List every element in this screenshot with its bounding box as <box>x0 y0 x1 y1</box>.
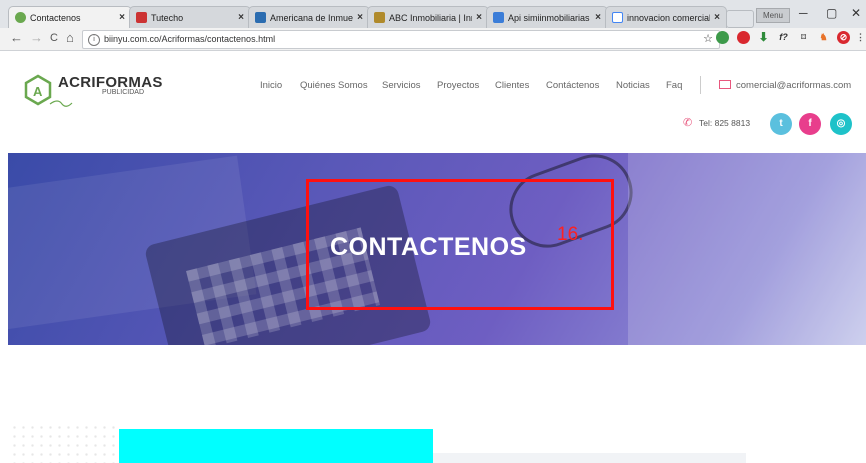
tab-title: innovacion comercial - <box>627 12 711 23</box>
browser-tab-abc[interactable]: ABC Inmobiliaria | Inmu × <box>367 6 489 28</box>
close-window-icon[interactable]: ✕ <box>851 6 861 20</box>
twitter-icon[interactable]: t <box>770 113 792 135</box>
google-icon <box>612 12 623 23</box>
site-favicon-icon <box>15 12 26 23</box>
close-tab-icon[interactable]: × <box>238 12 244 23</box>
url-text: biinyu.com.co/Acriformas/contactenos.htm… <box>104 34 276 44</box>
nav-link-contactenos[interactable]: Contáctenos <box>546 80 599 91</box>
cyan-block <box>119 429 433 463</box>
minimize-icon[interactable]: ─ <box>799 6 808 20</box>
content-panel <box>433 453 746 463</box>
nav-link-servicios[interactable]: Servicios <box>382 80 421 91</box>
function-icon[interactable]: f? <box>777 31 790 44</box>
extension-red-icon[interactable]: ⊘ <box>837 31 850 44</box>
hero-bg-light <box>628 153 866 345</box>
tab-title: Americana de Inmueble <box>270 12 354 23</box>
nav-link-inicio[interactable]: Inicio <box>260 80 282 91</box>
home-icon[interactable]: ⌂ <box>66 30 74 45</box>
menu-dots-icon[interactable]: ⋮ <box>856 31 865 44</box>
nav-link-quienes-somos[interactable]: Quiénes Somos <box>300 80 368 91</box>
site-logo[interactable]: A ACRIFORMAS PUBLICIDAD <box>24 72 162 117</box>
instagram-icon[interactable]: ◎ <box>830 113 852 135</box>
info-icon[interactable]: i <box>88 33 100 46</box>
phone-icon: ✆ <box>683 117 693 129</box>
dot-pattern <box>10 423 120 463</box>
browser-tab-tutecho[interactable]: Tutecho × <box>129 6 251 28</box>
bookmark-star-icon[interactable]: ☆ <box>703 31 713 48</box>
facebook-icon[interactable]: f <box>799 113 821 135</box>
site-favicon-icon <box>374 12 385 23</box>
reload-icon[interactable]: C <box>50 32 58 44</box>
browser-tab-americana[interactable]: Americana de Inmueble × <box>248 6 370 28</box>
header-email[interactable]: comercial@acriformas.com <box>736 80 851 91</box>
extension-orange-icon[interactable]: ♞ <box>817 31 830 44</box>
browser-tab-api[interactable]: Api simiinmobiliarias × <box>486 6 608 28</box>
back-icon[interactable]: ← <box>10 30 23 45</box>
nav-link-noticias[interactable]: Noticias <box>616 80 650 91</box>
envelope-icon <box>719 80 731 89</box>
close-tab-icon[interactable]: × <box>595 12 601 23</box>
close-tab-icon[interactable]: × <box>357 12 363 23</box>
user-profile-button[interactable]: Menu <box>756 8 790 23</box>
address-bar[interactable]: i biinyu.com.co/Acriformas/contactenos.ht… <box>82 30 720 49</box>
close-tab-icon[interactable]: × <box>476 12 482 23</box>
site-favicon-icon <box>136 12 147 23</box>
close-tab-icon[interactable]: × <box>714 12 720 23</box>
nav-link-faq[interactable]: Faq <box>666 80 682 91</box>
site-favicon-icon <box>255 12 266 23</box>
browser-tab-contactenos[interactable]: Contactenos × <box>8 6 132 28</box>
extension-green-icon[interactable] <box>716 31 729 44</box>
browser-tab-google[interactable]: innovacion comercial - × <box>605 6 727 28</box>
browser-tab-strip: Contactenos × Tutecho × Americana de Inm… <box>0 0 866 28</box>
screenshot-icon[interactable]: ⌑ <box>797 31 810 44</box>
download-arrow-icon[interactable]: ⬇ <box>757 31 770 44</box>
nav-link-clientes[interactable]: Clientes <box>495 80 529 91</box>
site-favicon-icon <box>493 12 504 23</box>
logo-subtitle: PUBLICIDAD <box>102 89 145 96</box>
adblock-icon[interactable] <box>737 31 750 44</box>
nav-link-proyectos[interactable]: Proyectos <box>437 80 479 91</box>
annotation-label: 16. <box>557 224 584 245</box>
tab-title: Api simiinmobiliarias <box>508 12 590 23</box>
svg-text:A: A <box>33 84 43 99</box>
tab-title: Contactenos <box>30 12 81 23</box>
new-tab-button[interactable] <box>726 10 754 28</box>
maximize-icon[interactable]: ▢ <box>826 6 837 20</box>
tab-title: ABC Inmobiliaria | Inmu <box>389 12 472 23</box>
header-phone[interactable]: Tel: 825 8813 <box>699 118 750 128</box>
header-divider <box>700 76 701 94</box>
forward-icon[interactable]: → <box>30 30 43 45</box>
tab-title: Tutecho <box>151 12 184 23</box>
close-tab-icon[interactable]: × <box>119 12 125 23</box>
